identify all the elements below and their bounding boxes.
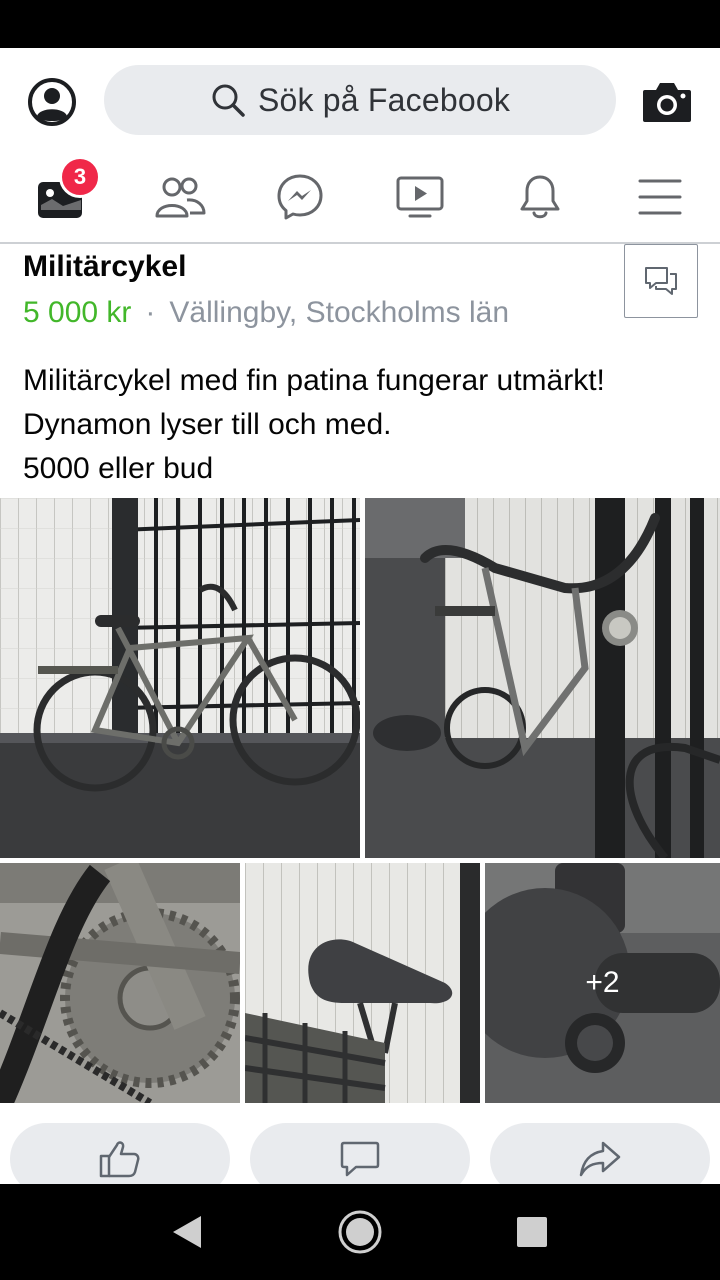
home-circle-icon (338, 1210, 382, 1254)
notification-badge: 3 (59, 156, 101, 198)
listing-photo[interactable] (245, 863, 480, 1103)
bicycle-side-photo (0, 498, 360, 858)
tab-watch[interactable] (360, 152, 480, 242)
profile-icon (28, 78, 76, 126)
camera-button[interactable] (640, 76, 694, 128)
listing-photo[interactable] (365, 498, 720, 858)
tab-messenger[interactable] (240, 152, 360, 242)
profile-button[interactable] (26, 76, 78, 128)
thumbs-up-icon (99, 1141, 140, 1178)
top-bar: Sök på Facebook (0, 48, 720, 152)
listing-title: Militärcykel (23, 250, 187, 283)
comment-icon (340, 1141, 380, 1177)
message-seller-button[interactable] (624, 244, 698, 318)
bicycle-front-photo (365, 498, 720, 858)
listing-photo[interactable]: +2 (485, 863, 720, 1103)
system-navigation-bar (0, 1184, 720, 1280)
separator-dot: · (145, 296, 156, 329)
more-photos-overlay: +2 (485, 863, 720, 1103)
video-icon (396, 176, 444, 218)
listing-price: 5 000 kr (23, 296, 132, 329)
more-photos-count: +2 (585, 966, 620, 999)
description-line: Dynamon lyser till och med. (23, 408, 392, 441)
hamburger-icon (638, 179, 682, 215)
search-bar[interactable]: Sök på Facebook (104, 65, 616, 135)
tab-marketplace[interactable]: 3 (0, 152, 120, 242)
back-triangle-icon (173, 1216, 201, 1248)
listing-photo[interactable] (0, 498, 360, 858)
friends-icon (155, 177, 206, 218)
tab-bar: 3 (0, 152, 720, 242)
recents-button[interactable] (482, 1184, 582, 1280)
chat-bubbles-icon (645, 267, 677, 295)
back-button[interactable] (136, 1184, 236, 1280)
messenger-icon (277, 174, 323, 220)
tab-menu[interactable] (600, 152, 720, 242)
chainring-photo (0, 863, 240, 1103)
listing-photo[interactable] (0, 863, 240, 1103)
camera-icon (643, 83, 691, 122)
divider (0, 242, 720, 244)
share-icon (579, 1141, 621, 1177)
recents-square-icon (517, 1217, 547, 1247)
saddle-photo (245, 863, 480, 1103)
status-bar (0, 0, 720, 48)
description-line: 5000 eller bud (23, 452, 214, 485)
search-icon (212, 84, 245, 117)
price-location-row: 5 000 kr · Vällingby, Stockholms län (23, 296, 509, 330)
home-button[interactable] (310, 1184, 410, 1280)
description-line: Militärcykel med fin patina fungerar utm… (23, 364, 605, 397)
tab-notifications[interactable] (480, 152, 600, 242)
listing-description: Militärcykel med fin patina fungerar utm… (23, 359, 605, 491)
bell-icon (520, 175, 560, 219)
tab-friends[interactable] (120, 152, 240, 242)
listing-location: Vällingby, Stockholms län (169, 296, 510, 329)
search-placeholder: Sök på Facebook (257, 81, 511, 118)
